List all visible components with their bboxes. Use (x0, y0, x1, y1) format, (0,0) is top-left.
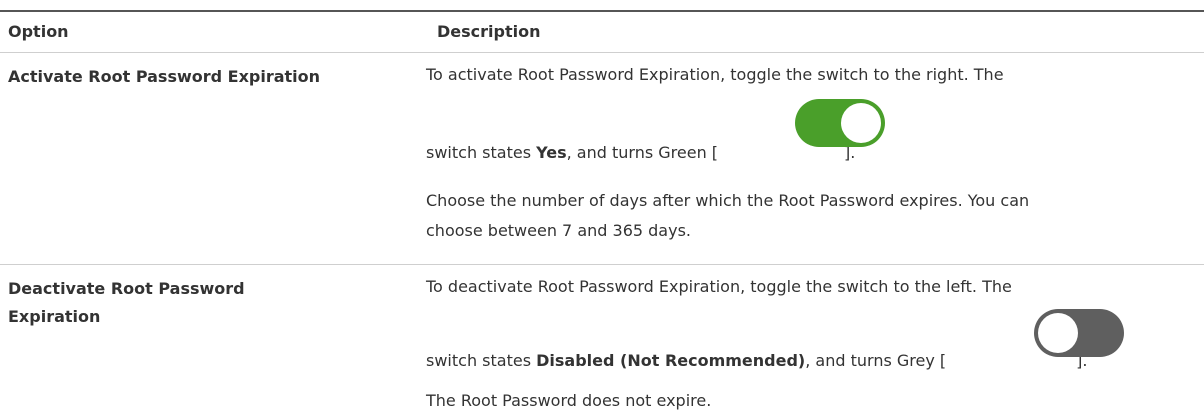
toggle-on-icon (795, 99, 885, 147)
table-row: Activate Root Password Expiration To act… (0, 53, 1204, 265)
state-label-disabled: Disabled (Not Recommended) (536, 351, 806, 370)
description-line: To deactivate Root Password Expiration, … (426, 277, 1012, 296)
description-line: choose between 7 and 365 days. (426, 221, 691, 240)
description-line: To activate Root Password Expiration, to… (426, 65, 1004, 84)
description-line: switch states Yes, and turns Green []. (426, 141, 855, 165)
description-text: switch states (426, 351, 537, 370)
toggle-knob (841, 103, 881, 143)
header-option: Option (8, 22, 69, 41)
description-text: , and turns Green [ (566, 143, 719, 162)
description-line: The Root Password does not expire. (426, 391, 712, 410)
option-deactivate: Deactivate Root Password Expiration (8, 275, 308, 331)
toggle-knob (1038, 313, 1078, 353)
toggle-off-icon (1034, 309, 1124, 357)
description-line: Choose the number of days after which th… (426, 191, 1030, 210)
option-activate: Activate Root Password Expiration (8, 67, 321, 86)
table-header-row: Option Description (0, 12, 1204, 53)
header-description: Description (437, 22, 541, 41)
description-line: switch states Disabled (Not Recommended)… (426, 349, 1087, 373)
state-label-yes: Yes (536, 143, 567, 162)
description-text: switch states (426, 143, 537, 162)
option-line: Deactivate Root Password (8, 279, 245, 298)
description-text: , and turns Grey [ (805, 351, 947, 370)
table-row: Deactivate Root Password Expiration To d… (0, 265, 1204, 418)
option-line: Expiration (8, 307, 101, 326)
